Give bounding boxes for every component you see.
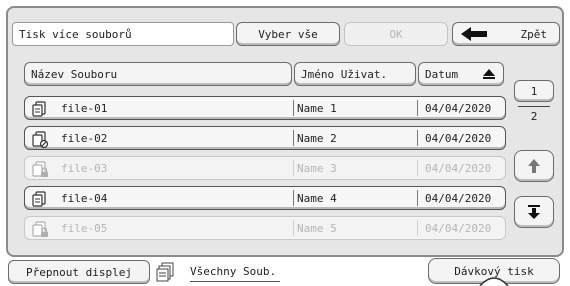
file-icon [32,101,46,117]
column-separator [293,160,294,176]
file-locked-icon [32,221,48,237]
column-header-user-label: Jméno Uživat. [301,67,388,81]
file-row[interactable]: file-01 Name 1 04/04/2020 [24,96,506,120]
file-user: Name 5 [297,221,337,235]
ok-button[interactable]: OK [344,22,448,46]
sort-ascending-icon [483,69,495,79]
arrow-left-icon [461,27,487,41]
column-header-name[interactable]: Název Souboru [24,62,292,86]
file-row[interactable]: file-03 Name 3 04/04/2020 [24,156,506,180]
page-number-button[interactable]: 1 [514,80,554,102]
file-name: file-03 [61,161,108,175]
page-title: Tisk více souborů [12,22,234,46]
touch-indicator [479,277,509,286]
column-separator [293,220,294,236]
file-icon [32,191,46,207]
all-files-filter: Všechny Soub. [190,262,280,282]
ok-label: OK [389,27,403,41]
select-all-button[interactable]: Vyber vše [236,22,340,46]
file-date: 04/04/2020 [425,161,492,175]
multiple-files-icon [156,262,174,282]
file-date: 04/04/2020 [425,221,492,235]
column-separator [293,100,294,116]
arrow-down-icon [528,205,540,219]
column-separator [417,220,418,236]
file-user: Name 1 [297,101,337,115]
file-row[interactable]: file-05 Name 5 04/04/2020 [24,216,506,240]
file-date: 04/04/2020 [425,131,492,145]
column-header-date-label: Datum [425,67,459,81]
file-name: file-05 [61,221,108,235]
scroll-down-button[interactable] [514,196,554,228]
file-user: Name 2 [297,131,337,145]
column-separator [417,130,418,146]
page-current: 1 [530,84,538,98]
file-date: 04/04/2020 [425,101,492,115]
file-user: Name 4 [297,191,337,205]
file-name: file-01 [61,101,108,115]
column-header-user[interactable]: Jméno Uživat. [294,62,416,86]
file-name: file-02 [61,131,108,145]
arrow-up-icon [528,159,540,173]
page-title-text: Tisk více souborů [19,27,132,41]
file-row[interactable]: file-02 Name 2 04/04/2020 [24,126,506,150]
page-total: 2 [530,109,538,123]
select-all-label: Vyber vše [258,27,318,41]
column-separator [293,190,294,206]
column-header-date[interactable]: Datum [418,62,504,86]
scroll-up-button[interactable] [514,150,554,182]
back-button[interactable]: Zpět [452,22,560,46]
file-row[interactable]: file-04 Name 4 04/04/2020 [24,186,506,210]
column-header-name-label: Název Souboru [31,67,118,81]
all-files-label: Všechny Soub. [190,265,277,278]
page-divider [518,106,550,107]
file-name: file-04 [61,191,108,205]
column-separator [417,160,418,176]
column-separator [417,190,418,206]
file-locked-icon [32,161,48,177]
column-separator [417,100,418,116]
switch-display-button[interactable]: Přepnout displej [8,260,150,284]
back-label: Zpět [520,27,548,41]
file-user: Name 3 [297,161,337,175]
file-date: 04/04/2020 [425,191,492,205]
switch-display-label: Přepnout displej [26,265,132,279]
column-separator [293,130,294,146]
file-no-print-icon [32,131,49,148]
